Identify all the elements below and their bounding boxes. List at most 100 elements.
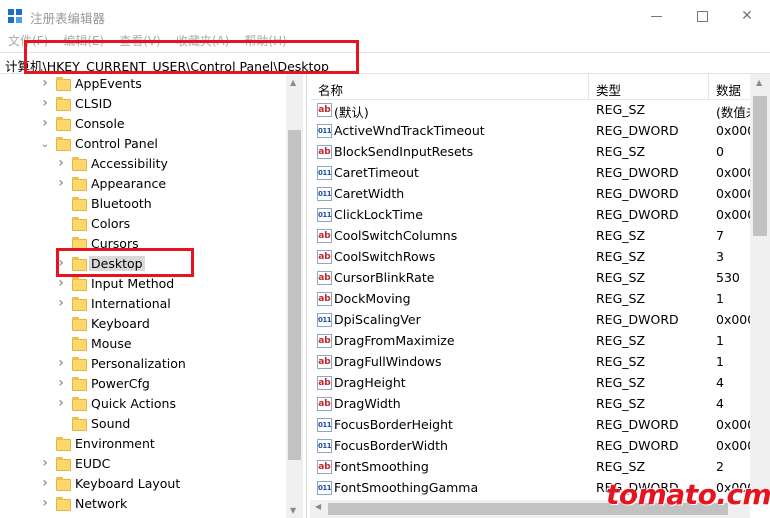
value-data: 1	[716, 333, 724, 348]
string-value-icon: ab	[317, 103, 332, 117]
scroll-up-icon[interactable]: ▲	[290, 78, 296, 87]
regedit-app-icon	[8, 9, 24, 25]
minimize-button[interactable]	[633, 0, 679, 32]
value-row[interactable]: 011 DpiScalingVer REG_DWORD 0x000	[310, 310, 770, 331]
tree-item[interactable]: › CLSID	[0, 95, 290, 115]
list-vertical-scrollbar[interactable]: ▲	[750, 74, 770, 500]
value-row[interactable]: ab (默认) REG_SZ (数值未	[310, 100, 770, 121]
tree-item[interactable]: ⌄ Control Panel	[0, 135, 290, 155]
folder-icon	[72, 317, 87, 331]
tree-scroll-thumb[interactable]	[288, 130, 301, 460]
folder-icon	[56, 137, 71, 151]
value-name: BlockSendInputResets	[334, 144, 474, 159]
tree-item[interactable]: › Appearance	[0, 175, 290, 195]
chevron-right-icon[interactable]: ›	[56, 396, 66, 410]
tree-item[interactable]: › International	[0, 295, 290, 315]
tree-item[interactable]: Colors	[0, 215, 290, 235]
column-divider[interactable]	[588, 74, 589, 100]
value-row[interactable]: ab CoolSwitchColumns REG_SZ 7	[310, 226, 770, 247]
folder-icon	[72, 297, 87, 311]
value-type: REG_SZ	[596, 228, 646, 243]
chevron-right-icon[interactable]: ›	[40, 456, 50, 470]
tree-item[interactable]: › Quick Actions	[0, 395, 290, 415]
tree-item[interactable]: › AppEvents	[0, 75, 290, 95]
tree-vertical-scrollbar[interactable]: ▲ ▼	[286, 74, 303, 518]
chevron-right-icon[interactable]: ›	[56, 376, 66, 390]
tree-item[interactable]: › Console	[0, 115, 290, 135]
value-type: REG_DWORD	[596, 312, 679, 327]
value-data: 0	[716, 144, 724, 159]
value-row[interactable]: ab DragHeight REG_SZ 4	[310, 373, 770, 394]
window-title: 注册表编辑器	[30, 11, 106, 26]
chevron-right-icon[interactable]: ›	[56, 156, 66, 170]
chevron-down-icon[interactable]: ⌄	[40, 139, 50, 151]
chevron-right-icon[interactable]: ›	[40, 96, 50, 110]
tree-item[interactable]: › Personalization	[0, 355, 290, 375]
value-name: CaretTimeout	[334, 165, 419, 180]
scroll-left-icon[interactable]: ◀	[315, 502, 321, 511]
tree-item[interactable]: › EUDC	[0, 455, 290, 475]
value-row[interactable]: 011 ActiveWndTrackTimeout REG_DWORD 0x000	[310, 121, 770, 142]
maximize-button[interactable]	[679, 0, 725, 32]
folder-icon	[56, 457, 71, 471]
folder-icon	[72, 277, 87, 291]
tree-item-label: Input Method	[91, 276, 175, 291]
chevron-right-icon[interactable]: ›	[56, 296, 66, 310]
value-name: ClickLockTime	[334, 207, 423, 222]
value-data: 530	[716, 270, 740, 285]
scroll-down-icon[interactable]: ▼	[290, 506, 296, 515]
tree-item[interactable]: Sound	[0, 415, 290, 435]
chevron-right-icon[interactable]: ›	[40, 116, 50, 130]
tree-item[interactable]: › Keyboard Layout	[0, 475, 290, 495]
value-name: (默认)	[334, 105, 369, 120]
value-type: REG_DWORD	[596, 165, 679, 180]
tree-item[interactable]: Keyboard	[0, 315, 290, 335]
value-row[interactable]: 011 FocusBorderWidth REG_DWORD 0x000	[310, 436, 770, 457]
tree-item[interactable]: › PowerCfg	[0, 375, 290, 395]
tree-item[interactable]: › Input Method	[0, 275, 290, 295]
tree-item[interactable]: Bluetooth	[0, 195, 290, 215]
value-row[interactable]: ab BlockSendInputResets REG_SZ 0	[310, 142, 770, 163]
tree-item[interactable]: Mouse	[0, 335, 290, 355]
value-row[interactable]: ab DragWidth REG_SZ 4	[310, 394, 770, 415]
list-scroll-thumb[interactable]	[753, 96, 767, 236]
value-row[interactable]: 011 CaretTimeout REG_DWORD 0x000	[310, 163, 770, 184]
column-type-header[interactable]: 类型	[596, 80, 621, 99]
value-row[interactable]: 011 ClickLockTime REG_DWORD 0x000	[310, 205, 770, 226]
folder-icon	[72, 357, 87, 371]
tree-item-label: Keyboard Layout	[75, 476, 181, 491]
string-value-icon: ab	[317, 145, 332, 159]
value-row[interactable]: ab FontSmoothing REG_SZ 2	[310, 457, 770, 478]
scroll-up-icon[interactable]: ▲	[756, 78, 762, 87]
value-row[interactable]: ab DragFromMaximize REG_SZ 1	[310, 331, 770, 352]
column-data-header[interactable]: 数据	[716, 80, 741, 99]
folder-icon	[72, 197, 87, 211]
chevron-right-icon[interactable]: ›	[40, 76, 50, 90]
value-row[interactable]: 011 CaretWidth REG_DWORD 0x000	[310, 184, 770, 205]
folder-icon	[72, 157, 87, 171]
tree-item-label: CLSID	[75, 96, 112, 111]
chevron-right-icon[interactable]: ›	[56, 276, 66, 290]
tree-item[interactable]: › Accessibility	[0, 155, 290, 175]
value-row[interactable]: ab DragFullWindows REG_SZ 1	[310, 352, 770, 373]
value-row[interactable]: ab DockMoving REG_SZ 1	[310, 289, 770, 310]
binary-value-icon: 011	[317, 418, 332, 432]
chevron-right-icon[interactable]: ›	[40, 496, 50, 510]
tree-item-label: Mouse	[91, 336, 132, 351]
value-row[interactable]: 011 FocusBorderHeight REG_DWORD 0x000	[310, 415, 770, 436]
chevron-right-icon[interactable]: ›	[56, 176, 66, 190]
column-name-header[interactable]: 名称	[318, 80, 343, 99]
desktop-highlight-box	[56, 248, 194, 277]
tree-item-label: Control Panel	[75, 136, 158, 151]
tree-item-label: Bluetooth	[91, 196, 152, 211]
string-value-icon: ab	[317, 376, 332, 390]
tree-item[interactable]: Environment	[0, 435, 290, 455]
tree-item[interactable]: › Network	[0, 495, 290, 515]
chevron-right-icon[interactable]: ›	[40, 476, 50, 490]
close-button[interactable]: ✕	[724, 0, 770, 32]
value-row[interactable]: ab CoolSwitchRows REG_SZ 3	[310, 247, 770, 268]
value-row[interactable]: ab CursorBlinkRate REG_SZ 530	[310, 268, 770, 289]
value-data: 3	[716, 249, 724, 264]
column-divider[interactable]	[708, 74, 709, 100]
chevron-right-icon[interactable]: ›	[56, 356, 66, 370]
